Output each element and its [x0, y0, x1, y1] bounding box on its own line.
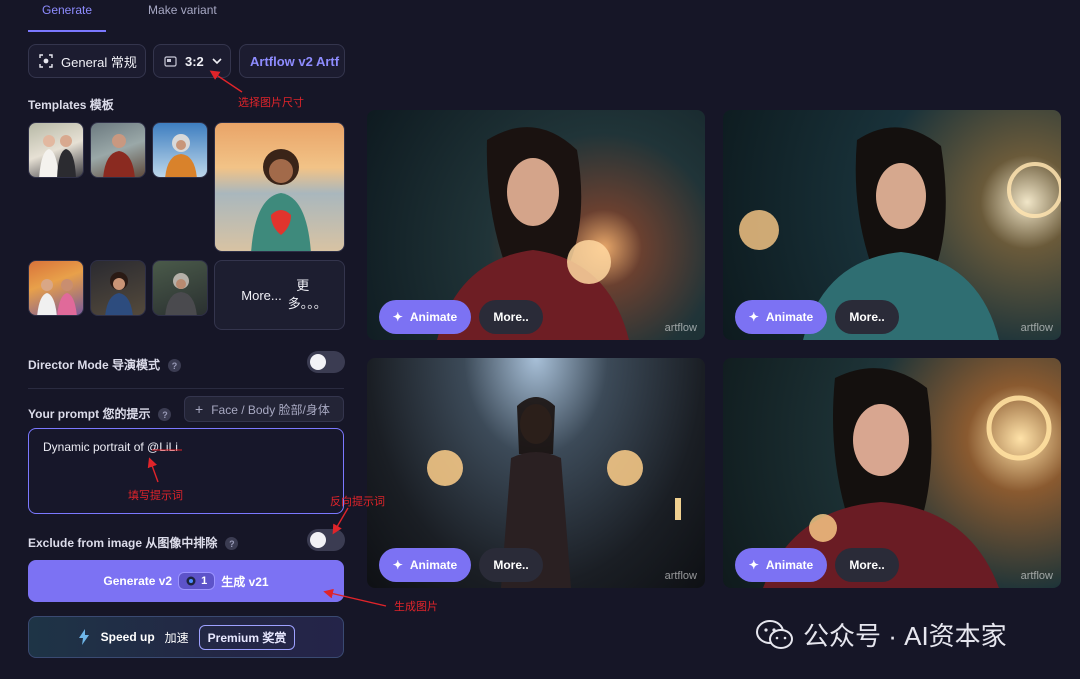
animate-label: Animate	[409, 558, 458, 572]
pilot-image	[165, 134, 197, 177]
prompt-value: Dynamic portrait of @LiLi	[43, 440, 178, 454]
help-icon[interactable]: ?	[158, 408, 172, 422]
generated-image-card[interactable]: ✦ Animate More.. artflow	[723, 110, 1061, 340]
more-label: More..	[849, 310, 885, 324]
credit-cost: 1	[201, 575, 208, 587]
aspect-ratio-label: 3:2	[185, 53, 204, 69]
more-templates-cn-label: 更多。。。	[287, 278, 327, 311]
template-thumbnail[interactable]	[28, 122, 84, 178]
sparkle-icon: ✦	[748, 310, 759, 324]
model-selector[interactable]: Artflow v2 Artf	[239, 44, 345, 78]
director-mode-label: Director Mode 导演模式	[28, 358, 161, 372]
more-label: More..	[493, 558, 529, 572]
template-thumbnail-large[interactable]	[214, 122, 345, 252]
wechat-watermark: 公众号 · AI资本家	[755, 616, 1007, 653]
sparkle-icon: ✦	[748, 558, 759, 572]
warrior-image	[165, 273, 197, 315]
aspect-ratio-icon	[164, 55, 177, 67]
annotation-ratio: 选择图片尺寸	[238, 97, 304, 109]
templates-label: Templates 模板	[28, 98, 114, 112]
watermark: artflow	[1020, 570, 1053, 582]
animate-button[interactable]: ✦ Animate	[379, 548, 471, 582]
annotation-negative: 反向提示词	[330, 496, 385, 508]
generated-image-card[interactable]: ✦ Animate More.. artflow	[367, 110, 705, 340]
mode-selector[interactable]: General 常规	[28, 44, 146, 78]
prompt-label: Your prompt 您的提示	[28, 407, 151, 421]
generate-button[interactable]: Generate v2 1 生成 v21	[28, 560, 344, 602]
template-thumbnail[interactable]	[90, 122, 146, 178]
template-thumbnail[interactable]	[28, 260, 84, 316]
tab-bar: Generate Make variant	[28, 0, 231, 32]
director-mode-row: Director Mode 导演模式?	[28, 356, 182, 373]
annotation-generate: 生成图片	[394, 601, 438, 613]
hero-image	[103, 134, 135, 177]
more-templates-label: More...	[241, 287, 282, 303]
help-icon[interactable]: ?	[168, 359, 182, 373]
watermark: artflow	[1020, 322, 1053, 334]
mode-label: General 常规	[61, 54, 137, 70]
more-button[interactable]: More..	[479, 300, 543, 334]
lightning-icon	[78, 629, 89, 645]
premium-badge[interactable]: Premium 奖赏	[198, 624, 296, 650]
face-body-label: Face / Body 脸部/身体	[211, 402, 330, 417]
animate-label: Animate	[765, 558, 814, 572]
more-label: More..	[493, 310, 529, 324]
model-label: Artflow v2 Artf	[250, 53, 340, 69]
template-thumbnail[interactable]	[152, 260, 208, 316]
speed-up-label: Speed up	[100, 630, 155, 644]
director-mode-toggle[interactable]	[307, 351, 345, 373]
exclude-toggle[interactable]	[307, 529, 345, 551]
watermark: artflow	[664, 322, 697, 334]
animate-label: Animate	[765, 310, 814, 324]
family-image	[37, 279, 77, 315]
wechat-icon	[756, 619, 793, 649]
generate-suffix: 生成 v21	[221, 574, 269, 589]
annotation-prompt: 填写提示词	[128, 490, 183, 502]
help-icon[interactable]: ?	[225, 537, 239, 551]
toggle-knob	[310, 354, 326, 370]
woman-portrait-image	[105, 272, 133, 315]
sparkle-icon: ✦	[392, 558, 403, 572]
couple-image	[39, 135, 76, 177]
speed-up-cn-label: 加速	[164, 630, 189, 645]
speed-up-button[interactable]: Speed up 加速 Premium 奖赏	[28, 616, 344, 658]
more-button[interactable]: More..	[835, 548, 899, 582]
generated-image-card[interactable]: ✦ Animate More.. artflow	[367, 358, 705, 588]
toggle-knob	[310, 532, 326, 548]
animate-button[interactable]: ✦ Animate	[735, 548, 827, 582]
prompt-row: Your prompt 您的提示?	[28, 405, 172, 422]
wechat-text: 公众号 · AI资本家	[803, 621, 1007, 651]
prompt-input[interactable]: Dynamic portrait of @LiLi	[28, 428, 344, 514]
exclude-row: Exclude from image 从图像中排除?	[28, 534, 239, 551]
more-button[interactable]: More..	[479, 548, 543, 582]
watermark: artflow	[664, 570, 697, 582]
divider	[28, 388, 344, 389]
generated-image-card[interactable]: ✦ Animate More.. artflow	[723, 358, 1061, 588]
more-label: More..	[849, 558, 885, 572]
sparkle-icon: ✦	[392, 310, 403, 324]
animate-button[interactable]: ✦ Animate	[379, 300, 471, 334]
more-templates-button[interactable]: More... 更多。。。	[214, 260, 345, 330]
gem-icon	[186, 576, 196, 586]
animate-button[interactable]: ✦ Animate	[735, 300, 827, 334]
chevron-down-icon	[212, 58, 222, 65]
template-thumbnail[interactable]	[90, 260, 146, 316]
face-body-button[interactable]: + Face / Body 脸部/身体	[184, 396, 344, 422]
exclude-label: Exclude from image 从图像中排除	[28, 536, 218, 550]
more-button[interactable]: More..	[835, 300, 899, 334]
tab-make-variant[interactable]: Make variant	[134, 0, 231, 32]
beach-portrait-image	[251, 149, 311, 251]
animate-label: Animate	[409, 310, 458, 324]
template-thumbnail[interactable]	[152, 122, 208, 178]
credit-cost-chip: 1	[178, 572, 216, 590]
generate-label: Generate v2	[103, 574, 173, 588]
tab-generate[interactable]: Generate	[28, 0, 107, 32]
plus-icon: +	[195, 401, 204, 417]
scan-face-icon	[39, 54, 53, 68]
aspect-ratio-selector[interactable]: 3:2	[153, 44, 231, 78]
